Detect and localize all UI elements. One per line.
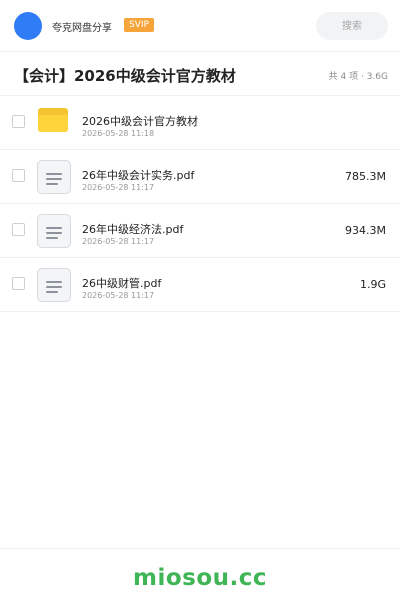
header: 夸克网盘分享 SVIP bbox=[0, 0, 400, 52]
file-size: 1.9G bbox=[359, 278, 386, 291]
document-icon bbox=[37, 214, 71, 248]
file-row-folder[interactable]: 2026中级会计官方教材 2026-05-28 11:18 bbox=[0, 96, 400, 150]
footer: miosou.cc bbox=[0, 548, 400, 600]
document-icon bbox=[37, 160, 71, 194]
title-bar: 【会计】2026中级会计官方教材 共 4 项 · 3.6G bbox=[0, 52, 400, 96]
file-name[interactable]: 26年中级会计实务.pdf bbox=[82, 167, 194, 183]
checkbox-icon[interactable] bbox=[12, 169, 25, 182]
file-name[interactable]: 26年中级经济法.pdf bbox=[82, 221, 183, 237]
item-summary: 共 4 项 · 3.6G bbox=[328, 72, 388, 82]
checkbox-icon[interactable] bbox=[12, 277, 25, 290]
file-row-pdf[interactable]: 26年中级会计实务.pdf 2026-05-28 11:17 785.3M bbox=[0, 150, 400, 204]
file-date: 2026-05-28 11:17 bbox=[82, 237, 155, 246]
page-title: 【会计】2026中级会计官方教材 bbox=[14, 67, 236, 85]
file-name[interactable]: 26中级财管.pdf bbox=[82, 275, 161, 291]
file-date: 2026-05-28 11:17 bbox=[82, 291, 155, 300]
file-row-pdf[interactable]: 26年中级经济法.pdf 2026-05-28 11:17 934.3M bbox=[0, 204, 400, 258]
file-row-pdf[interactable]: 26中级财管.pdf 2026-05-28 11:17 1.9G bbox=[0, 258, 400, 312]
file-size: 785.3M bbox=[345, 170, 386, 183]
search-input[interactable] bbox=[316, 12, 388, 40]
user-avatar-icon[interactable] bbox=[14, 12, 42, 40]
document-icon bbox=[37, 268, 71, 302]
file-date: 2026-05-28 11:17 bbox=[82, 183, 155, 192]
file-list: 2026中级会计官方教材 2026-05-28 11:18 26年中级会计实务.… bbox=[0, 96, 400, 312]
file-size: 934.3M bbox=[345, 224, 386, 237]
checkbox-icon[interactable] bbox=[12, 223, 25, 236]
svip-badge: SVIP bbox=[124, 18, 154, 32]
file-name[interactable]: 2026中级会计官方教材 bbox=[82, 113, 198, 129]
footer-logo[interactable]: miosou.cc bbox=[0, 565, 400, 591]
share-page: 夸克网盘分享 SVIP 【会计】2026中级会计官方教材 共 4 项 · 3.6… bbox=[0, 0, 400, 600]
folder-icon bbox=[38, 108, 68, 132]
file-date: 2026-05-28 11:18 bbox=[82, 129, 155, 138]
checkbox-icon[interactable] bbox=[12, 115, 25, 128]
brand-label: 夸克网盘分享 bbox=[52, 23, 112, 34]
